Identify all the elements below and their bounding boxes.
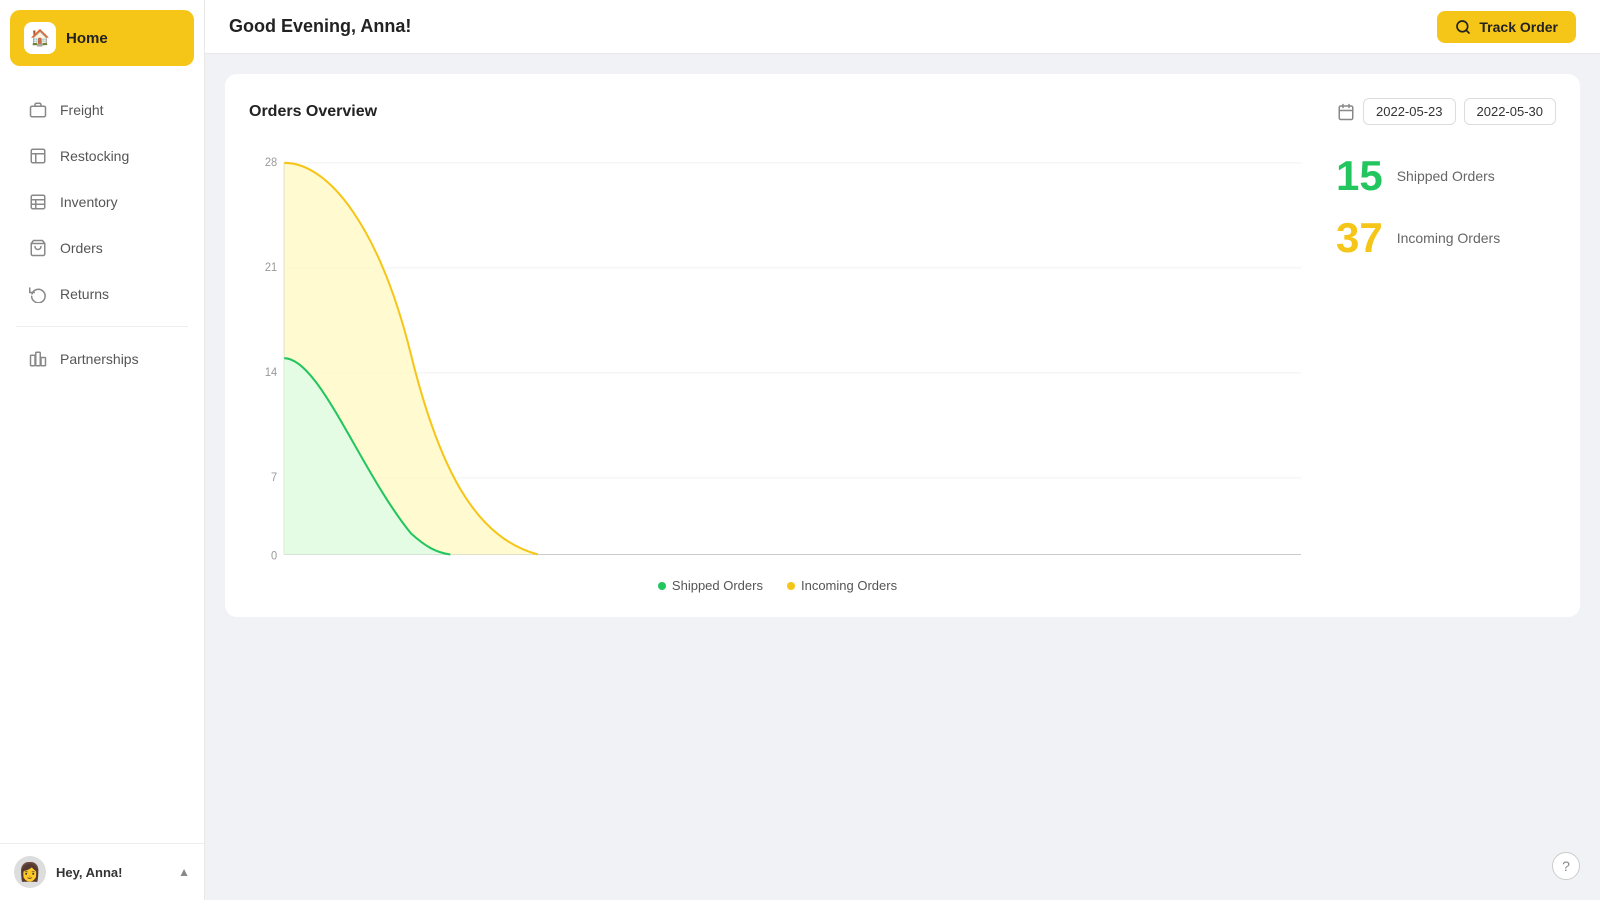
home-nav-item[interactable]: 🏠 Home — [10, 10, 194, 66]
svg-text:28: 28 — [265, 157, 277, 169]
chart-legend: Shipped Orders Incoming Orders — [249, 578, 1306, 593]
shipped-stat: 15 Shipped Orders — [1336, 155, 1556, 197]
chart-stats: 15 Shipped Orders 37 Incoming Orders — [1336, 145, 1556, 593]
svg-text:0: 0 — [271, 551, 277, 563]
home-label: Home — [66, 30, 108, 47]
sidebar-item-returns[interactable]: Returns — [8, 272, 196, 316]
sidebar-item-orders[interactable]: Orders — [8, 226, 196, 270]
inventory-label: Inventory — [60, 194, 118, 210]
sidebar-item-freight[interactable]: Freight — [8, 88, 196, 132]
orders-icon — [28, 238, 48, 258]
home-logo-icon: 🏠 — [24, 22, 56, 54]
shipped-label: Shipped Orders — [1397, 168, 1495, 184]
chevron-up-icon: ▲ — [178, 865, 190, 879]
calendar-icon — [1337, 103, 1355, 121]
svg-text:21: 21 — [265, 262, 277, 274]
track-button-label: Track Order — [1479, 19, 1558, 35]
main-nav: Freight Restocking Inventory — [0, 76, 204, 843]
orders-overview-card: Orders Overview 2022-05-23 2022-05-30 28… — [225, 74, 1580, 617]
user-name: Hey, Anna! — [56, 865, 168, 880]
topbar: Good Evening, Anna! Track Order — [205, 0, 1600, 54]
incoming-dot — [787, 582, 795, 590]
date-to[interactable]: 2022-05-30 — [1464, 98, 1557, 125]
nav-divider — [16, 326, 188, 327]
user-profile[interactable]: 👩 Hey, Anna! ▲ — [0, 843, 204, 900]
search-icon — [1455, 19, 1471, 35]
legend-incoming: Incoming Orders — [787, 578, 897, 593]
restocking-label: Restocking — [60, 148, 129, 164]
date-range: 2022-05-23 2022-05-30 — [1337, 98, 1556, 125]
orders-label: Orders — [60, 240, 103, 256]
shipped-count: 15 — [1336, 155, 1383, 197]
partnerships-icon — [28, 349, 48, 369]
incoming-label: Incoming Orders — [1397, 230, 1500, 246]
chart-title: Orders Overview — [249, 103, 377, 121]
sidebar-item-partnerships[interactable]: Partnerships — [8, 337, 196, 381]
partnerships-label: Partnerships — [60, 351, 139, 367]
returns-icon — [28, 284, 48, 304]
freight-icon — [28, 100, 48, 120]
svg-text:14: 14 — [265, 367, 277, 379]
restocking-icon — [28, 146, 48, 166]
incoming-count: 37 — [1336, 217, 1383, 259]
legend-shipped: Shipped Orders — [658, 578, 763, 593]
sidebar: 🏠 Home Freight Restocking — [0, 0, 205, 900]
legend-shipped-label: Shipped Orders — [672, 578, 763, 593]
shipped-dot — [658, 582, 666, 590]
returns-label: Returns — [60, 286, 109, 302]
chart-svg-container: 28 21 14 7 0 — [249, 145, 1306, 593]
sidebar-item-restocking[interactable]: Restocking — [8, 134, 196, 178]
content-area: Orders Overview 2022-05-23 2022-05-30 28… — [205, 54, 1600, 900]
orders-chart: 28 21 14 7 0 — [249, 145, 1306, 565]
chart-header: Orders Overview 2022-05-23 2022-05-30 — [249, 98, 1556, 125]
page-greeting: Good Evening, Anna! — [229, 16, 411, 37]
date-from[interactable]: 2022-05-23 — [1363, 98, 1456, 125]
freight-label: Freight — [60, 102, 104, 118]
legend-incoming-label: Incoming Orders — [801, 578, 897, 593]
avatar: 👩 — [14, 856, 46, 888]
incoming-stat: 37 Incoming Orders — [1336, 217, 1556, 259]
svg-text:7: 7 — [271, 472, 277, 484]
inventory-icon — [28, 192, 48, 212]
track-order-button[interactable]: Track Order — [1437, 11, 1576, 43]
help-button[interactable]: ? — [1552, 852, 1580, 880]
help-icon-label: ? — [1562, 858, 1570, 874]
main-content: Good Evening, Anna! Track Order Orders O… — [205, 0, 1600, 900]
sidebar-item-inventory[interactable]: Inventory — [8, 180, 196, 224]
chart-body: 28 21 14 7 0 — [249, 145, 1556, 593]
